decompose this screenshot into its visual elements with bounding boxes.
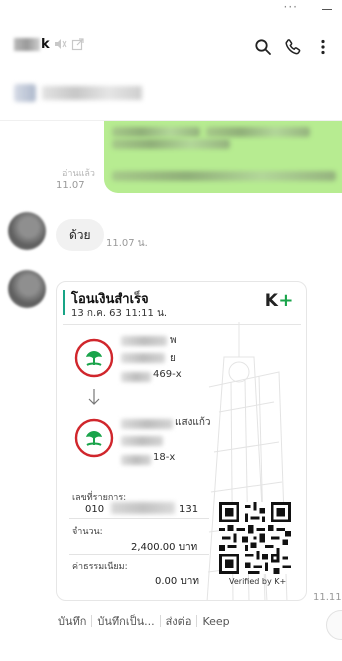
logo-plus: +: [278, 290, 294, 311]
redacted-name: [121, 419, 173, 429]
sender-name-2: ย: [170, 353, 176, 364]
redacted-text: [112, 171, 336, 181]
message-actions: บันทึก บันทึกเป็น... ส่งต่อ Keep: [58, 612, 230, 630]
sent-message-bubble[interactable]: [104, 121, 342, 193]
search-icon[interactable]: [254, 38, 272, 56]
redacted-name: [14, 38, 40, 51]
chat-title-text: k: [41, 37, 50, 52]
amount-value: 2,400.00 บาท: [131, 542, 198, 553]
amount-label: จำนวน:: [72, 527, 103, 537]
divider: [196, 615, 198, 627]
divider: [69, 518, 209, 519]
qr-code-icon: [219, 502, 291, 574]
accent-bar: [63, 290, 65, 315]
arrow-down-icon: [88, 389, 100, 405]
logo-k: K: [264, 291, 279, 311]
divider: [159, 615, 161, 627]
minimize-icon[interactable]: [322, 8, 332, 10]
avatar[interactable]: [8, 212, 46, 250]
redacted-name: [121, 436, 163, 446]
redacted-name: [121, 336, 167, 346]
announcement-bar[interactable]: [14, 84, 142, 102]
redacted-text: [206, 127, 310, 137]
kbank-logo-icon: [74, 418, 114, 458]
forward-button[interactable]: ส่งต่อ: [166, 612, 192, 630]
chat-header: k: [0, 28, 342, 64]
redacted-name: [121, 353, 165, 363]
verified-label: Verified by K+: [229, 577, 287, 586]
ref-value-prefix: 010: [85, 504, 105, 515]
sender-name: พ: [170, 335, 177, 346]
save-button[interactable]: บันทึก: [58, 612, 86, 630]
redacted-account: [121, 372, 151, 382]
message-time: 11.11: [313, 592, 342, 603]
redacted-account: [121, 455, 151, 465]
announcement-icon: [14, 84, 36, 102]
fee-value: 0.00 บาท: [155, 576, 199, 587]
mute-icon: [55, 39, 67, 49]
redacted-announcement: [42, 86, 142, 100]
keep-button[interactable]: Keep: [202, 615, 229, 628]
received-message-bubble[interactable]: ด้วย: [56, 219, 104, 251]
kplus-logo: K+: [265, 290, 294, 311]
redacted-text: [112, 127, 200, 137]
receiver-name: แสงแก้ว: [175, 417, 211, 428]
redacted-text: [112, 139, 230, 149]
redacted-ref: [111, 502, 175, 514]
divider: [63, 324, 301, 325]
menu-dots-icon[interactable]: ···: [284, 1, 298, 13]
chat-title: k: [14, 37, 50, 52]
header-actions: [254, 38, 332, 56]
read-receipt-label: อ่านแล้ว: [62, 169, 95, 179]
receiver-account: 18-x: [153, 452, 176, 463]
ref-value-suffix: 131: [179, 504, 199, 515]
more-icon[interactable]: [314, 38, 332, 56]
open-window-icon[interactable]: [71, 37, 85, 51]
receipt-date: 13 ก.ค. 63 11:11 น.: [71, 308, 168, 319]
kbank-logo-icon: [74, 338, 114, 378]
divider: [69, 554, 209, 555]
window-controls: ···: [284, 0, 332, 14]
phone-icon[interactable]: [284, 38, 302, 56]
divider: [91, 615, 93, 627]
fee-label: ค่าธรรมเนียม:: [72, 562, 128, 572]
avatar[interactable]: [8, 270, 46, 308]
message-time: 11.07 น.: [106, 238, 148, 249]
message-time: 11.07: [56, 180, 85, 191]
save-to-album-button[interactable]: บันทึกเป็น...: [97, 612, 154, 630]
sender-account: 469-x: [153, 369, 182, 380]
message-text: ด้วย: [69, 227, 91, 242]
scroll-down-button[interactable]: [326, 610, 342, 640]
transfer-receipt-image[interactable]: โอนเงินสำเร็จ 13 ก.ค. 63 11:11 น. K+ พ ย…: [56, 281, 307, 601]
